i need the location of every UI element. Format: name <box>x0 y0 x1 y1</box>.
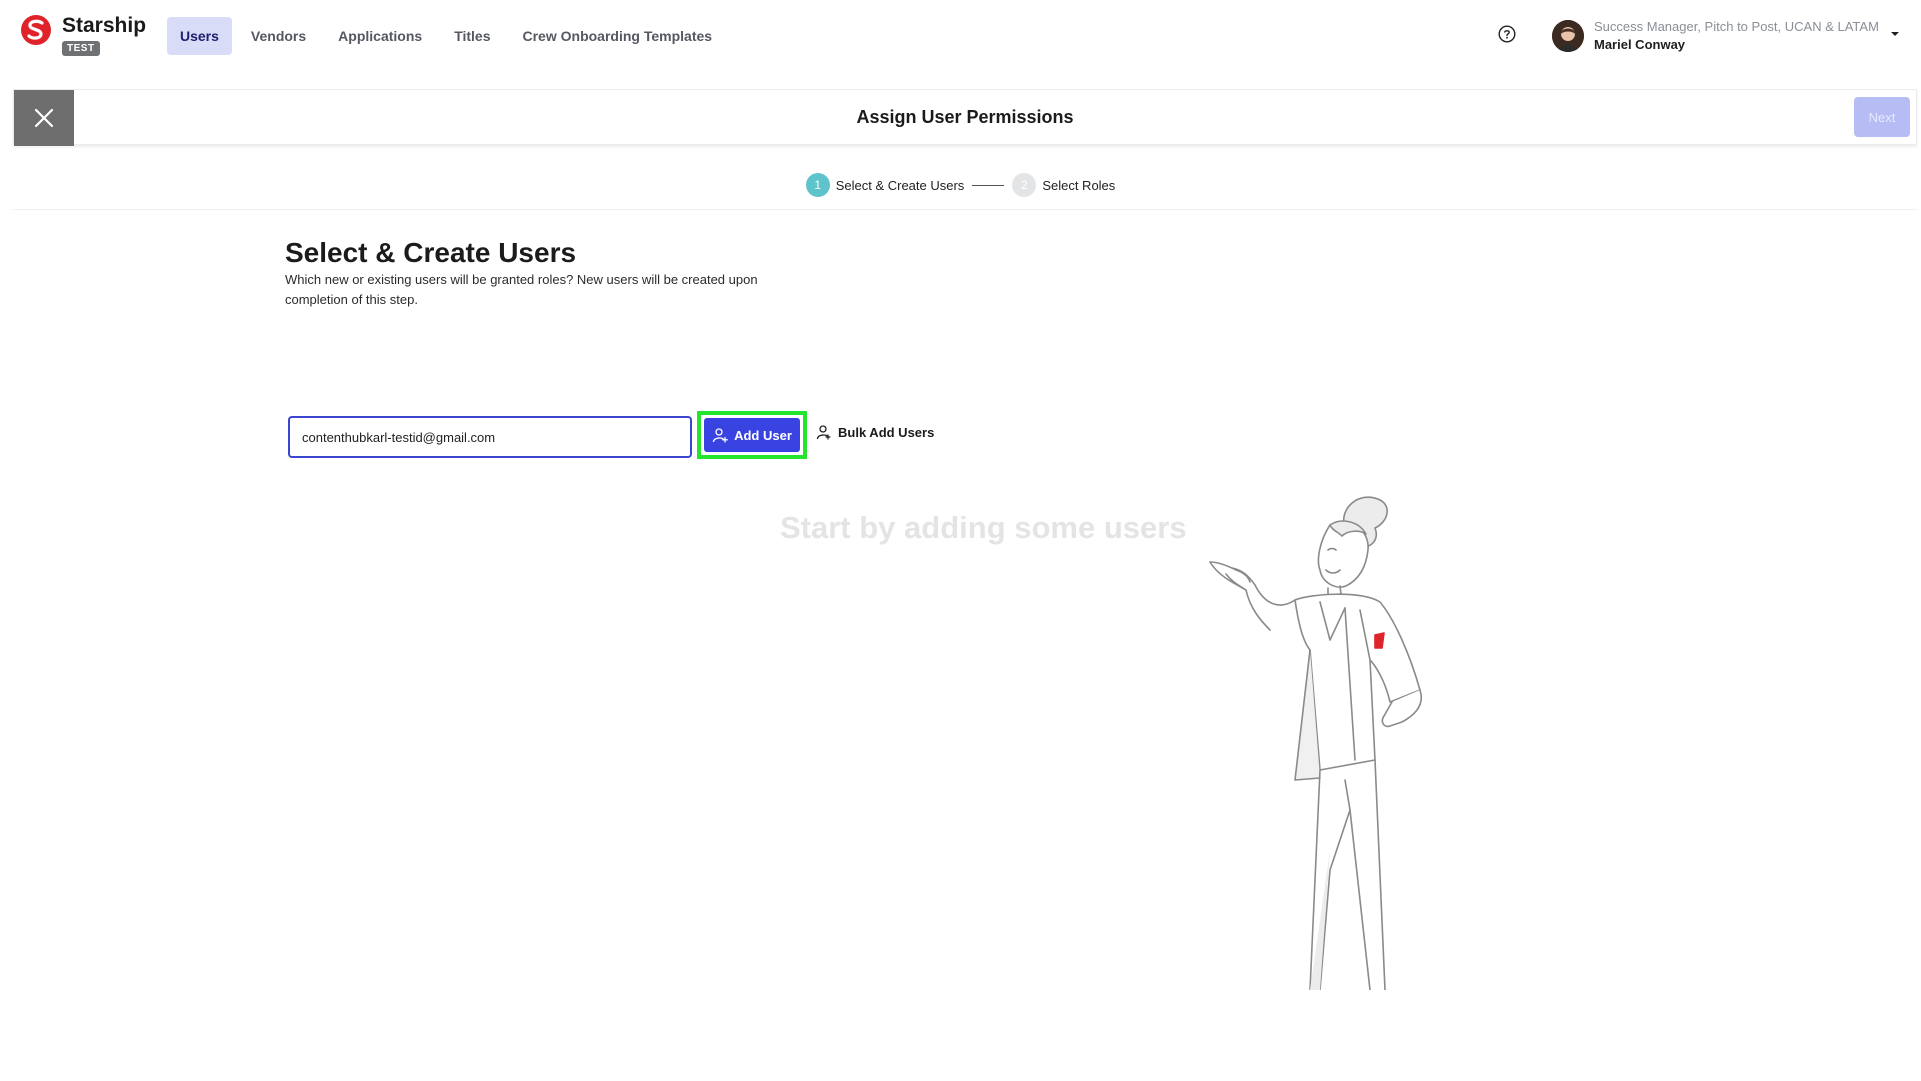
add-user-icon <box>712 428 728 443</box>
nav-tab-crew-onboarding-templates[interactable]: Crew Onboarding Templates <box>510 17 726 55</box>
bulk-add-users-button[interactable]: Bulk Add Users <box>816 424 934 440</box>
brand[interactable]: Starship TEST <box>20 14 146 56</box>
caret-down-icon[interactable] <box>1890 30 1900 38</box>
bulk-add-user-icon <box>816 425 831 440</box>
add-user-label: Add User <box>734 427 792 443</box>
user-menu[interactable]: Success Manager, Pitch to Post, UCAN & L… <box>1552 18 1879 54</box>
section-description: Which new or existing users will be gran… <box>285 272 758 307</box>
email-input[interactable] <box>288 416 692 458</box>
bulk-add-users-label: Bulk Add Users <box>838 424 935 440</box>
add-user-button[interactable]: Add User <box>704 418 800 452</box>
step-select-create-users: 1 Select & Create Users <box>805 173 965 197</box>
section-title: Select & Create Users <box>285 237 577 268</box>
environment-badge: TEST <box>62 41 100 56</box>
step-number: 2 <box>1012 173 1037 197</box>
user-role: Success Manager, Pitch to Post, UCAN & L… <box>1594 19 1879 34</box>
nav-tab-applications[interactable]: Applications <box>325 17 435 55</box>
page-title: Assign User Permissions <box>856 107 1074 127</box>
user-name: Mariel Conway <box>1594 37 1686 52</box>
nav-tab-titles[interactable]: Titles <box>441 17 503 55</box>
next-button[interactable]: Next <box>1854 97 1910 137</box>
step-select-roles: 2 Select Roles <box>1012 173 1115 197</box>
avatar <box>1552 20 1584 52</box>
divider <box>13 209 1917 210</box>
brand-name: Starship <box>62 14 147 37</box>
starship-logo-icon <box>21 15 51 45</box>
step-label: Select Roles <box>1042 177 1116 193</box>
top-navigation: Starship TEST Users Vendors Applications… <box>0 0 1921 70</box>
pointing-person-illustration <box>1209 496 1422 990</box>
nav-tab-users[interactable]: Users <box>167 17 232 55</box>
help-icon[interactable] <box>1498 25 1516 43</box>
stepper: 1 Select & Create Users 2 Select Roles <box>0 173 1921 197</box>
step-number: 1 <box>805 173 830 197</box>
panel-header: Assign User Permissions Next <box>13 89 1917 146</box>
nav-tabs: Users Vendors Applications Titles Crew O… <box>167 17 725 55</box>
empty-state-text: Start by adding some users <box>780 510 1187 545</box>
step-label: Select & Create Users <box>835 177 965 193</box>
step-connector <box>972 184 1005 186</box>
nav-tab-vendors[interactable]: Vendors <box>238 17 319 55</box>
